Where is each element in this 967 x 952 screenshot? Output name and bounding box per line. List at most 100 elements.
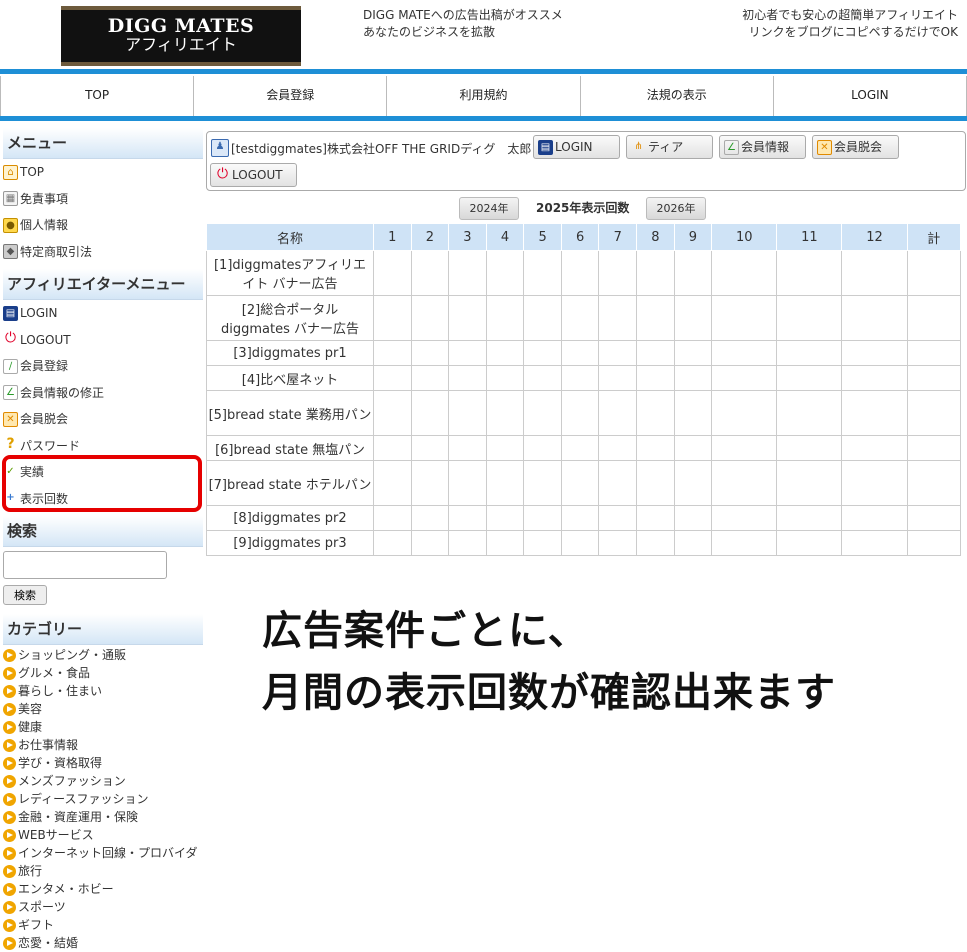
user-withdraw-label: 会員脱会 — [834, 140, 883, 154]
year-selector: 2024年 2025年表示回数 2026年 — [206, 197, 966, 221]
sidebar-item-privacy[interactable]: ● 個人情報 — [3, 212, 203, 239]
sidebar-item-label: 会員脱会 — [20, 412, 69, 427]
category-item[interactable]: 学び・資格取得 — [3, 754, 203, 772]
category-label: 健康 — [18, 720, 43, 734]
row-name: [5]bread state 業務用パン — [206, 390, 374, 436]
login-icon: ▤ — [3, 305, 18, 321]
col-month: 5 — [523, 223, 562, 251]
sidebar-item-disclaimer[interactable]: ▦ 免責事項 — [3, 186, 203, 213]
sidebar-item-top[interactable]: ⌂ TOP — [3, 159, 203, 186]
user-logout-label: LOGOUT — [232, 168, 283, 182]
site-logo[interactable]: DIGG MATES アフィリエイト — [61, 6, 301, 66]
col-month: 8 — [636, 223, 675, 251]
nav-terms[interactable]: 利用規約 — [386, 76, 579, 116]
row-name: [6]bread state 無塩パン — [206, 435, 374, 461]
sidebar-item-label: 会員情報の修正 — [20, 385, 105, 400]
arrow-right-icon — [3, 666, 16, 680]
user-withdraw-button[interactable]: ✕ 会員脱会 — [812, 135, 899, 159]
pencil-icon: ∕ — [3, 358, 18, 374]
nav-top[interactable]: TOP — [0, 76, 193, 116]
search-heading: 検索 — [3, 516, 203, 547]
category-item[interactable]: WEBサービス — [3, 826, 203, 844]
category-item[interactable]: 暮らし・住まい — [3, 682, 203, 700]
category-item[interactable]: 恋愛・結婚 — [3, 934, 203, 952]
nav-login[interactable]: LOGIN — [772, 76, 967, 116]
user-login-button[interactable]: ▤ LOGIN — [533, 135, 620, 159]
table-row: [8]diggmates pr2 — [206, 505, 962, 531]
sidebar-item-login[interactable]: ▤ LOGIN — [3, 300, 203, 327]
category-item[interactable]: レディースファッション — [3, 790, 203, 808]
row-name: [4]比べ屋ネット — [206, 365, 374, 391]
category-item[interactable]: インターネット回線・プロバイダ — [3, 844, 203, 862]
row-name: [3]diggmates pr1 — [206, 340, 374, 366]
category-item[interactable]: 旅行 — [3, 862, 203, 880]
arrow-right-icon — [3, 882, 16, 896]
year-next-button[interactable]: 2026年 — [646, 197, 706, 220]
col-month: 2 — [410, 223, 450, 251]
impressions-table: 名称 1 2 3 4 5 6 7 8 9 10 11 12 計 [1]diggm… — [206, 223, 962, 556]
category-item[interactable]: スポーツ — [3, 898, 203, 916]
col-name: 名称 — [206, 223, 374, 251]
category-label: スポーツ — [18, 900, 66, 914]
user-logout-button[interactable]: ⏻ LOGOUT — [210, 163, 297, 187]
header-promo-left-line1: DIGG MATEへの広告出稿がオススメ — [363, 8, 563, 22]
col-month: 10 — [711, 223, 778, 251]
category-item[interactable]: ショッピング・通販 — [3, 646, 203, 664]
table-row: [1]diggmatesアフィリエイト バナー広告 — [206, 250, 962, 296]
nav-legal[interactable]: 法規の表示 — [579, 76, 773, 116]
table-row: [6]bread state 無塩パン — [206, 435, 962, 461]
user-info-button[interactable]: ∠ 会員情報 — [719, 135, 806, 159]
table-row: [9]diggmates pr3 — [206, 530, 962, 556]
category-label: ショッピング・通販 — [18, 648, 127, 662]
arrow-right-icon — [3, 864, 16, 878]
category-label: 恋愛・結婚 — [18, 936, 79, 950]
home-icon: ⌂ — [3, 164, 18, 180]
category-label: エンタメ・ホビー — [18, 882, 114, 896]
category-label: WEBサービス — [18, 828, 94, 842]
category-item[interactable]: 金融・資産運用・保険 — [3, 808, 203, 826]
category-heading: カテゴリー — [3, 614, 203, 645]
sidebar-item-label: 会員登録 — [20, 359, 69, 374]
sidebar-item-edit-profile[interactable]: ∠ 会員情報の修正 — [3, 380, 203, 407]
nav-register[interactable]: 会員登録 — [193, 76, 386, 116]
site-header: DIGG MATES アフィリエイト DIGG MATEへの広告出稿がオススメ … — [0, 0, 967, 70]
category-label: 旅行 — [18, 864, 43, 878]
category-item[interactable]: ギフト — [3, 916, 203, 934]
category-label: 学び・資格取得 — [18, 756, 103, 770]
category-item[interactable]: 健康 — [3, 718, 203, 736]
box-icon: ◆ — [3, 244, 18, 260]
arrow-right-icon — [3, 828, 16, 842]
sidebar-item-label: 特定商取引法 — [20, 244, 93, 259]
category-item[interactable]: グルメ・食品 — [3, 664, 203, 682]
header-promo-left-line2: あなたのビジネスを拡散 — [363, 25, 496, 39]
user-name-text: [testdiggmates]株式会社OFF THE GRIDディグ 太郎 — [231, 141, 532, 156]
arrow-right-icon — [3, 756, 16, 770]
user-tier-button[interactable]: ⋔ ティア — [626, 135, 713, 159]
category-item[interactable]: 美容 — [3, 700, 203, 718]
category-label: メンズファッション — [18, 774, 126, 788]
caption-line1: 広告案件ごとに、 — [262, 608, 589, 654]
category-item[interactable]: メンズファッション — [3, 772, 203, 790]
sidebar-item-logout[interactable]: ⏻ LOGOUT — [3, 327, 203, 354]
sidebar-item-commerce-law[interactable]: ◆ 特定商取引法 — [3, 239, 203, 266]
search-button[interactable]: 検索 — [3, 585, 47, 605]
search-input[interactable] — [3, 551, 167, 579]
table-row: [5]bread state 業務用パン — [206, 390, 962, 436]
header-promo-right-line2: リンクをブログにコピペするだけでOK — [748, 25, 958, 39]
sidebar-item-withdraw[interactable]: ✕ 会員脱会 — [3, 406, 203, 433]
arrow-right-icon — [3, 846, 16, 860]
edit-icon: ∠ — [3, 385, 18, 401]
category-item[interactable]: お仕事情報 — [3, 736, 203, 754]
arrow-right-icon — [3, 684, 16, 698]
sidebar: メニュー ⌂ TOP ▦ 免責事項 ● 個人情報 ◆ 特定商取引法 アフィリエイターメニ… — [3, 128, 203, 952]
category-item[interactable]: エンタメ・ホビー — [3, 880, 203, 898]
col-total: 計 — [906, 223, 962, 251]
power-icon: ⏻ — [4, 330, 17, 347]
arrow-right-icon — [3, 900, 16, 914]
caption-line2: 月間の表示回数が確認出来ます — [262, 670, 836, 716]
year-prev-button[interactable]: 2024年 — [459, 197, 519, 220]
year-current-label: 2025年表示回数 — [536, 201, 630, 215]
arrow-right-icon — [3, 792, 16, 806]
sidebar-item-register[interactable]: ∕ 会員登録 — [3, 353, 203, 380]
logo-subtitle: アフィリエイト — [125, 35, 237, 54]
